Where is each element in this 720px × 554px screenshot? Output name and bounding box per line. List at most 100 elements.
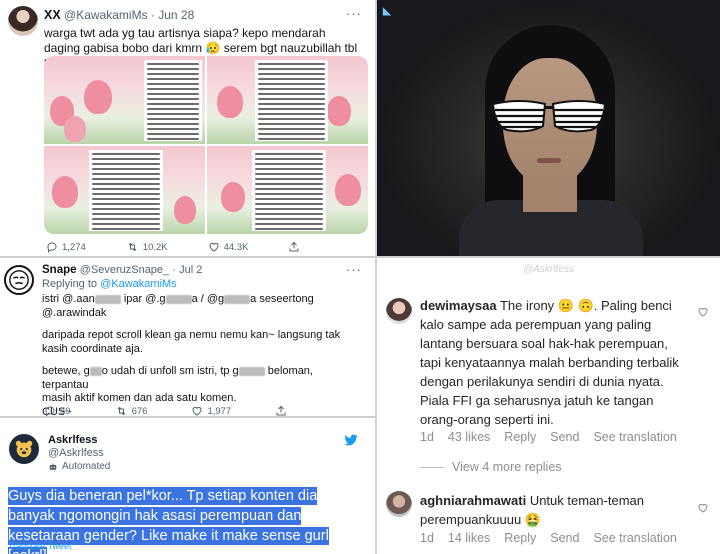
retweet-action[interactable]: 676 [115, 405, 148, 417]
tweet-actions: 59 676 1,977 [44, 405, 287, 416]
share-action[interactable] [288, 241, 300, 253]
comment-body: The irony 😐 🙃. Paling benci kalo sampe a… [420, 298, 679, 427]
like-count: 44.3K [223, 241, 249, 253]
face-icon [9, 270, 29, 290]
shutter-shades-icon [491, 100, 607, 133]
display-name[interactable]: Askrlfess [48, 434, 98, 446]
avatar[interactable] [386, 491, 412, 517]
redaction [94, 294, 121, 304]
tweet-card-snape: Snape @SeveruzSnape_ · Jul 2 ··· Replyin… [0, 258, 375, 416]
tweet-text: istri @.aan ipar @.g a / @g a seseertong @… [42, 293, 362, 416]
like-action[interactable]: 44.3K [208, 241, 249, 253]
redaction [238, 366, 265, 376]
reply-action[interactable]: 59 [44, 405, 71, 416]
divider [420, 466, 444, 468]
share-icon [276, 405, 286, 416]
bear-logo-icon [15, 440, 33, 458]
text-fragment: betewe, g [42, 365, 90, 377]
view-more-replies[interactable]: View 4 more replies [420, 460, 562, 474]
tweet-media-grid[interactable] [44, 56, 368, 234]
tweet-actions: 1,274 10.2K 44.3K [46, 241, 300, 253]
comment-likes[interactable]: 14 likes [448, 531, 490, 545]
send-button[interactable]: Send [550, 430, 579, 444]
comment-meta: 1d 43 likes Reply Send See translation [420, 430, 677, 444]
text-fragment: a seseertong [250, 293, 314, 305]
text-fragment: ipar @.g [123, 293, 166, 305]
media-screenshot[interactable] [44, 56, 205, 144]
see-translation-button[interactable]: See translation [593, 430, 676, 444]
comment-meta: 1d 14 likes Reply Send See translation [420, 531, 677, 545]
more-options-icon[interactable]: ··· [346, 262, 362, 277]
like-action[interactable]: 1,977 [191, 405, 231, 416]
replying-to: Replying to @KawakamiMs [42, 278, 177, 290]
person-mouth [537, 158, 561, 163]
view-more-label[interactable]: View 4 more replies [452, 460, 562, 474]
retweet-icon [117, 406, 125, 416]
app-logo-icon: ◣ [383, 6, 391, 17]
handle[interactable]: @Askrlfess [48, 447, 104, 459]
comment-likes[interactable]: 43 likes [448, 430, 490, 444]
tweet-card-xx: XX @KawakamiMs · Jun 28 ··· warga twt ad… [0, 0, 375, 256]
retweet-count: 676 [131, 405, 148, 417]
reply-icon [47, 242, 57, 253]
text-line: @.arawindak [42, 306, 107, 319]
share-icon [289, 241, 299, 252]
media-screenshot[interactable] [207, 56, 368, 144]
text-fragment: istri @.aan [42, 293, 95, 305]
display-name[interactable]: Snape [42, 264, 77, 276]
share-action[interactable] [275, 405, 287, 416]
tweet-card-askrlfess: Askrlfess @Askrlfess Automated ··· Guys … [0, 418, 375, 554]
reply-button[interactable]: Reply [504, 531, 536, 545]
see-translation-button[interactable]: See translation [593, 531, 676, 545]
media-screenshot[interactable] [44, 146, 205, 234]
reply-action[interactable]: 1,274 [46, 241, 86, 253]
reply-count: 1,274 [62, 241, 86, 253]
timestamp[interactable]: · Jul 2 [172, 264, 202, 276]
display-name[interactable]: XX [44, 8, 61, 22]
comment-username[interactable]: aghniarahmawati [420, 493, 526, 508]
redaction [89, 366, 102, 376]
retweet-count: 10.2K [142, 241, 168, 253]
heart-icon [209, 242, 219, 252]
text-line: betewe, g o udah di unfoll sm istri, tp g… [42, 365, 362, 392]
retweet-action[interactable]: 10.2K [126, 241, 168, 253]
text-line: masih aktif komen dan ada satu komen. [42, 392, 237, 404]
text-fragment: o udah di unfoll sm istri, tp g [101, 365, 239, 377]
timestamp[interactable]: · Jun 28 [151, 8, 194, 22]
translate-tweet-link[interactable]: Translate Tweet [8, 541, 72, 551]
handle[interactable]: @KawakamiMs [64, 8, 148, 22]
redaction [224, 294, 251, 304]
video-still: ◣ [377, 0, 720, 256]
redaction [165, 294, 192, 304]
reply-button[interactable]: Reply [504, 430, 536, 444]
comment-text: dewimaysaa The irony 😐 🙃. Paling benci k… [420, 296, 682, 429]
tweet-header: XX @KawakamiMs · Jun 28 [44, 8, 194, 22]
retweet-icon [128, 242, 137, 252]
avatar[interactable] [9, 434, 39, 464]
text-line: daripada repot scroll klean ga nemu nemu… [42, 329, 341, 355]
media-screenshot[interactable] [207, 146, 368, 234]
reply-icon [45, 406, 55, 416]
text-fragment: a / @g [191, 293, 225, 305]
tweet-header: Snape @SeveruzSnape_ · Jul 2 [42, 264, 202, 276]
heart-icon[interactable] [697, 306, 709, 318]
comment-thread: @Askrlfess dewimaysaa The irony 😐 🙃. Pal… [377, 258, 720, 554]
send-button[interactable]: Send [550, 531, 579, 545]
comment-username[interactable]: dewimaysaa [420, 298, 497, 313]
text-line: istri @.aan ipar @.g a / @g a seseertong [42, 293, 362, 307]
avatar[interactable] [4, 265, 34, 295]
automated-label: Automated [62, 461, 111, 472]
replying-handle-link[interactable]: @KawakamiMs [100, 278, 177, 290]
more-options-icon[interactable]: ··· [346, 6, 362, 21]
heart-icon [192, 406, 202, 416]
watermark: @Askrlfess [523, 264, 574, 275]
comment-time: 1d [420, 531, 434, 545]
avatar[interactable] [8, 6, 38, 36]
like-count: 1,977 [207, 405, 232, 417]
handle[interactable]: @SeveruzSnape_ [80, 264, 169, 276]
replying-label: Replying to [42, 278, 98, 290]
heart-icon[interactable] [697, 502, 709, 514]
reply-count: 59 [60, 405, 71, 417]
automated-badge: Automated [48, 461, 110, 472]
avatar[interactable] [386, 298, 412, 324]
